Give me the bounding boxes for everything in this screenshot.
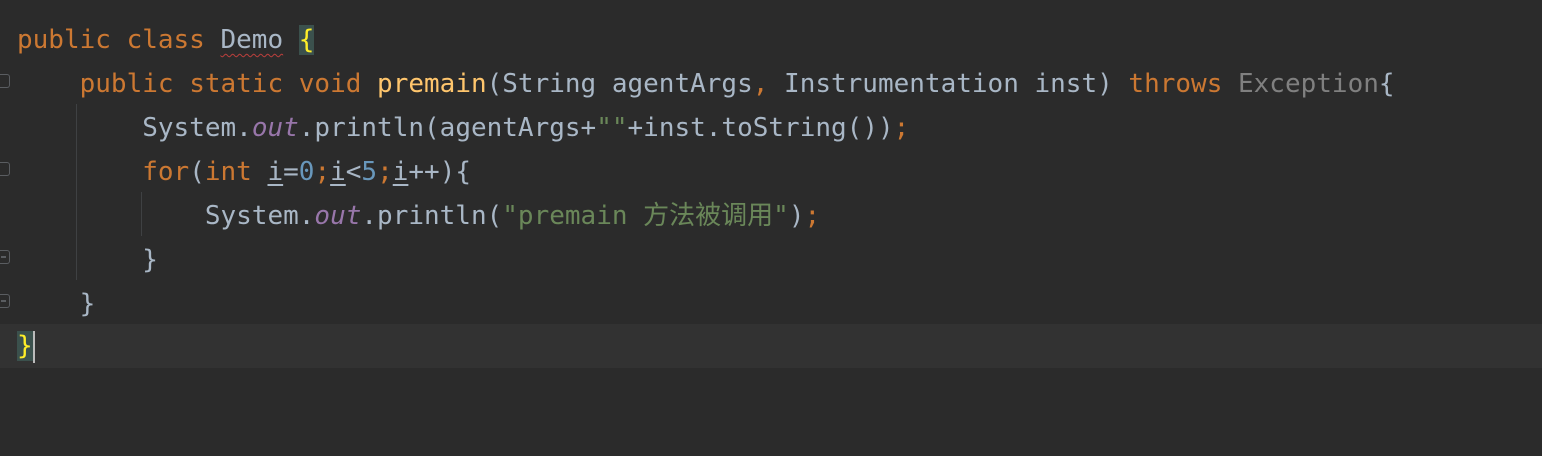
expression: +inst.toString()) [627, 113, 894, 143]
text-caret [32, 330, 35, 363]
semicolon: ; [804, 201, 821, 231]
method-call: .println( [361, 201, 503, 231]
brace-close: } [79, 289, 96, 319]
comma: , [752, 69, 769, 99]
operator: = [283, 157, 299, 187]
keyword-for: for [142, 157, 190, 187]
string-literal: "premain 方法被调用" [502, 201, 789, 231]
class-ref: System. [142, 113, 252, 143]
brace-open-highlight: { [298, 25, 315, 55]
code-line-5[interactable]: System.out.println("premain 方法被调用"); [0, 194, 1542, 238]
method-call: .println(agentArgs+ [298, 113, 597, 143]
brace-close: } [142, 245, 158, 275]
semicolon: ; [377, 157, 393, 187]
string-literal: "" [596, 113, 628, 143]
code-line-4[interactable]: for(int i=0;i<5;i++){ [0, 150, 1542, 194]
operator: < [345, 157, 362, 187]
keyword: public static void [79, 69, 378, 99]
class-ref: System. [204, 201, 315, 231]
static-field: out [251, 113, 299, 143]
paren: ) [788, 201, 805, 231]
method-name: premain [377, 69, 487, 99]
brace-close-highlight: } [17, 331, 33, 361]
code-line-7[interactable]: } [0, 282, 1542, 326]
operator: ++){ [408, 157, 472, 187]
params: Instrumentation inst) [768, 69, 1129, 99]
number: 5 [361, 157, 378, 187]
code-line-3[interactable]: System.out.println(agentArgs+""+inst.toS… [0, 106, 1542, 150]
semicolon: ; [893, 113, 910, 143]
params: (String agentArgs [486, 69, 753, 99]
class-name: Demo [220, 25, 284, 55]
variable: i [392, 157, 409, 187]
code-line-2[interactable]: public static void premain(String agentA… [0, 62, 1542, 106]
keyword: public class [17, 25, 221, 55]
variable: i [330, 157, 346, 187]
paren: ( [189, 157, 205, 187]
code-editor[interactable]: public class Demo { public static void p… [0, 0, 1542, 426]
semicolon: ; [314, 157, 331, 187]
code-line-6[interactable]: } [0, 238, 1542, 282]
exception-type: Exception [1222, 69, 1379, 99]
number: 0 [298, 157, 315, 187]
code-line-1[interactable]: public class Demo { [0, 18, 1542, 62]
static-field: out [314, 201, 362, 231]
keyword-int: int [204, 157, 268, 187]
brace-open: { [1378, 69, 1395, 99]
variable: i [267, 157, 284, 187]
keyword-throws: throws [1128, 69, 1223, 99]
code-line-8-current[interactable]: } [0, 324, 1542, 368]
